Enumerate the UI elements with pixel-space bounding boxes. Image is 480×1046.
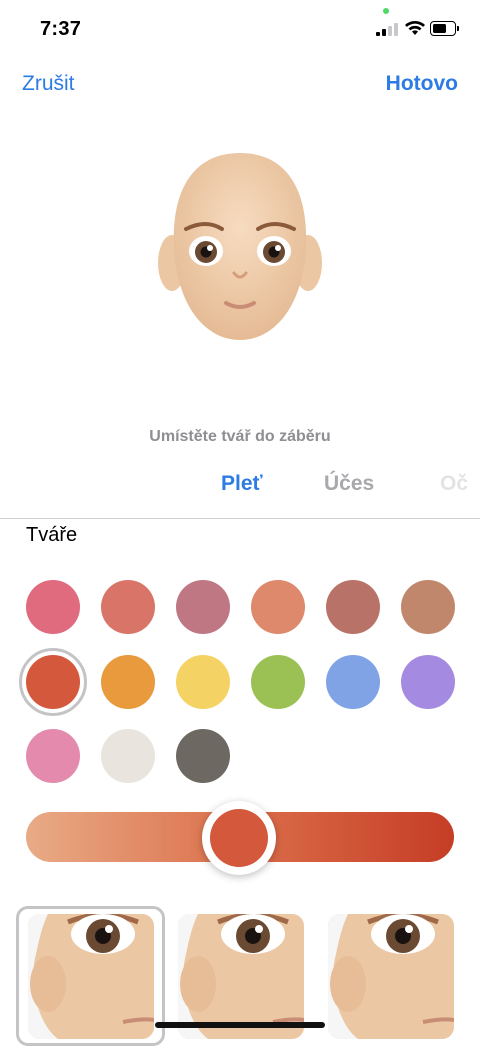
face-preset-thumbnail[interactable] — [328, 914, 454, 1039]
color-swatch[interactable] — [401, 655, 455, 709]
done-button[interactable]: Hotovo — [386, 72, 458, 96]
status-time: 7:37 — [40, 18, 82, 40]
category-tabs: Pleť Účes Oč — [0, 472, 480, 502]
color-swatch[interactable] — [26, 580, 80, 634]
tab-skin[interactable]: Pleť — [221, 472, 263, 496]
section-title-cheeks: Tváře — [26, 524, 78, 546]
memoji-avatar-preview — [158, 153, 322, 340]
color-swatch[interactable] — [251, 655, 305, 709]
color-swatch[interactable] — [26, 655, 80, 709]
color-swatch[interactable] — [176, 729, 230, 783]
battery-icon — [430, 21, 459, 36]
wifi-icon — [405, 21, 425, 35]
divider — [0, 518, 480, 519]
color-swatch[interactable] — [101, 729, 155, 783]
color-swatch[interactable] — [326, 655, 380, 709]
home-indicator[interactable] — [155, 1022, 325, 1028]
status-bar: 7:37 — [0, 0, 480, 60]
cancel-button[interactable]: Zrušit — [22, 72, 75, 96]
face-preset-thumbnail[interactable] — [178, 914, 304, 1039]
face-preset-thumbnail[interactable] — [28, 914, 154, 1039]
tab-eyebrows[interactable]: Oč — [440, 472, 468, 496]
color-swatch[interactable] — [176, 580, 230, 634]
color-swatch[interactable] — [101, 655, 155, 709]
color-swatch[interactable] — [326, 580, 380, 634]
camera-hint-text: Umístěte tvář do záběru — [149, 428, 331, 445]
tab-hairstyle[interactable]: Účes — [324, 472, 374, 496]
color-swatch[interactable] — [176, 655, 230, 709]
color-swatch[interactable] — [251, 580, 305, 634]
color-swatch[interactable] — [401, 580, 455, 634]
color-swatch[interactable] — [26, 729, 80, 783]
cellular-signal-icon — [376, 22, 400, 36]
color-swatch[interactable] — [101, 580, 155, 634]
intensity-slider-thumb[interactable] — [202, 801, 276, 875]
privacy-indicator-icon — [383, 8, 389, 14]
